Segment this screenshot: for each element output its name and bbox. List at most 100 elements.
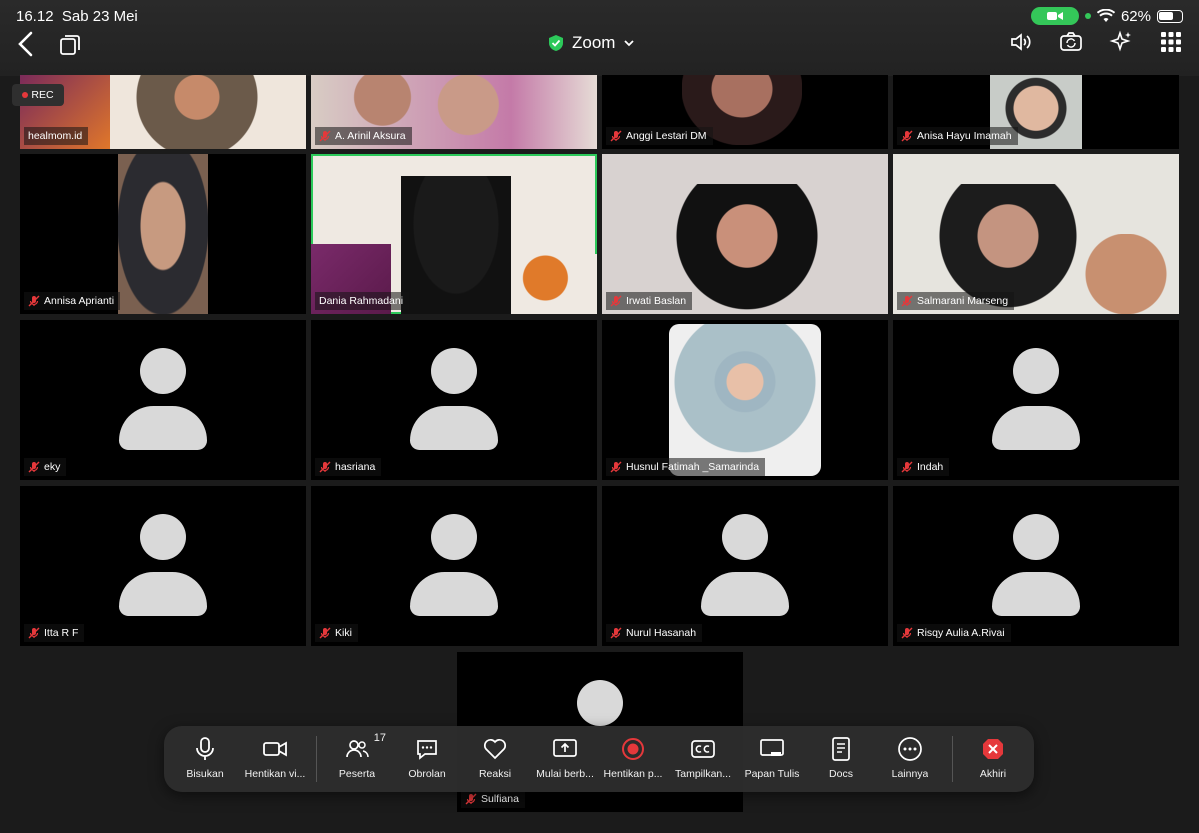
- ai-companion-icon[interactable]: [1109, 30, 1133, 54]
- top-bar: 16.12 Sab 23 Mei 62% Zoom: [0, 0, 1199, 76]
- participant-name-label: Anisa Hayu Imamah: [897, 127, 1018, 145]
- mute-label: Bisukan: [186, 768, 224, 780]
- avatar-icon: [431, 514, 477, 560]
- captions-button[interactable]: Tampilkan...: [668, 736, 738, 786]
- avatar-body: [119, 406, 207, 450]
- participant-name: Risqy Aulia A.Rivai: [917, 627, 1005, 639]
- participant-name: Irwati Baslan: [626, 295, 687, 307]
- video-tile[interactable]: Salmarani Marseng: [893, 154, 1179, 314]
- video-tile[interactable]: eky: [20, 320, 306, 480]
- participant-name-label: Itta R F: [24, 624, 85, 642]
- speaker-icon[interactable]: [1009, 30, 1033, 54]
- participant-name-label: Husnul Fatimah _Samarinda: [606, 458, 766, 476]
- muted-mic-icon: [319, 130, 331, 142]
- participant-name-label: Kiki: [315, 624, 358, 642]
- video-tile[interactable]: Husnul Fatimah _Samarinda: [602, 320, 888, 480]
- video-camera-icon: [263, 741, 287, 757]
- participant-name: eky: [44, 461, 61, 473]
- battery-icon: [1157, 9, 1183, 23]
- reactions-button[interactable]: Reaksi: [460, 736, 530, 786]
- video-tile[interactable]: hasriana: [311, 320, 597, 480]
- muted-mic-icon: [610, 295, 622, 307]
- meeting-title[interactable]: Zoom: [548, 33, 635, 53]
- video-tile[interactable]: Anisa Hayu Imamah: [893, 75, 1179, 149]
- participant-name-label: Salmarani Marseng: [897, 292, 1015, 310]
- video-tile[interactable]: A. Arinil Aksura: [311, 75, 597, 149]
- muted-mic-icon: [901, 461, 913, 473]
- recording-label: REC: [31, 89, 54, 101]
- mute-button[interactable]: Bisukan: [170, 736, 240, 786]
- participant-video: [120, 75, 260, 149]
- stop-video-button[interactable]: Hentikan vi...: [240, 736, 310, 786]
- muted-mic-icon: [610, 461, 622, 473]
- participant-name: Itta R F: [44, 627, 79, 639]
- video-tile[interactable]: Anggi Lestari DM: [602, 75, 888, 149]
- stop-recording-button[interactable]: Hentikan p...: [598, 736, 668, 786]
- video-tile[interactable]: Annisa Aprianti: [20, 154, 306, 314]
- share-screen-button[interactable]: Mulai berb...: [530, 736, 600, 786]
- avatar-body: [410, 572, 498, 616]
- avatar-icon: [1013, 348, 1059, 394]
- more-button[interactable]: Lainnya: [875, 736, 945, 786]
- captions-label: Tampilkan...: [674, 768, 732, 780]
- participant-name: Dania Rahmadani: [319, 295, 404, 307]
- apps-grid-icon[interactable]: [1159, 30, 1183, 54]
- participant-name: hasriana: [335, 461, 376, 473]
- video-tile[interactable]: Irwati Baslan: [602, 154, 888, 314]
- chat-button[interactable]: Obrolan: [392, 736, 462, 786]
- participants-button[interactable]: 17 Peserta: [322, 732, 392, 786]
- video-tile[interactable]: Indah: [893, 320, 1179, 480]
- avatar-icon: [431, 348, 477, 394]
- more-label: Lainnya: [891, 768, 929, 780]
- video-tile[interactable]: Itta R F: [20, 486, 306, 646]
- docs-button[interactable]: Docs: [806, 736, 876, 786]
- whiteboard-button[interactable]: Papan Tulis: [737, 736, 807, 786]
- muted-mic-icon: [610, 130, 622, 142]
- participant-name: Sulfiana: [481, 793, 519, 805]
- participants-count-badge: 17: [373, 732, 386, 744]
- participant-name-label: Sulfiana: [461, 790, 525, 808]
- people-icon: [346, 740, 369, 758]
- avatar-body: [992, 572, 1080, 616]
- participants-label: Peserta: [338, 768, 376, 780]
- participant-name: Indah: [917, 461, 944, 473]
- participant-name: Anisa Hayu Imamah: [917, 130, 1012, 142]
- app-title: Zoom: [572, 33, 616, 52]
- status-time: 16.12 Sab 23 Mei: [16, 8, 138, 25]
- back-icon[interactable]: [14, 30, 38, 58]
- chevron-down-icon: [624, 40, 635, 47]
- background-decoration: [511, 254, 597, 314]
- participant-name-label: healmom.id: [24, 127, 89, 145]
- top-actions: [1009, 30, 1183, 54]
- end-x-icon: [983, 739, 1003, 759]
- recording-indicator[interactable]: REC: [12, 84, 64, 106]
- video-tile[interactable]: Risqy Aulia A.Rivai: [893, 486, 1179, 646]
- muted-mic-icon: [465, 793, 477, 805]
- avatar-icon: [577, 680, 623, 726]
- muted-mic-icon: [610, 627, 622, 639]
- meeting-toolbar: Bisukan Hentikan vi... 17 Peserta Obrola…: [164, 726, 1034, 792]
- participant-name-label: hasriana: [315, 458, 382, 476]
- heart-icon: [483, 738, 507, 760]
- video-tile[interactable]: Nurul Hasanah: [602, 486, 888, 646]
- chat-bubble-icon: [417, 740, 437, 760]
- switch-window-icon[interactable]: [58, 33, 82, 57]
- participant-name-label: eky: [24, 458, 67, 476]
- camera-in-use-icon: [1030, 7, 1079, 25]
- participant-name-label: Risqy Aulia A.Rivai: [897, 624, 1011, 642]
- toolbar-divider: [952, 736, 953, 782]
- participant-name-label: A. Arinil Aksura: [315, 127, 412, 145]
- switch-camera-icon[interactable]: [1059, 30, 1083, 54]
- microphone-icon: [196, 737, 214, 760]
- closed-captions-icon: [691, 740, 715, 758]
- participant-name: Anggi Lestari DM: [626, 130, 707, 142]
- participant-name: Nurul Hasanah: [626, 627, 697, 639]
- share-screen-label: Mulai berb...: [536, 768, 594, 780]
- end-meeting-button[interactable]: Akhiri: [958, 736, 1028, 786]
- video-tile[interactable]: Kiki: [311, 486, 597, 646]
- end-meeting-label: Akhiri: [979, 768, 1007, 780]
- participant-video: [672, 184, 822, 314]
- participant-name: healmom.id: [28, 130, 83, 142]
- participant-name-label: Annisa Aprianti: [24, 292, 121, 310]
- video-tile-active-speaker[interactable]: Dania Rahmadani: [311, 154, 597, 314]
